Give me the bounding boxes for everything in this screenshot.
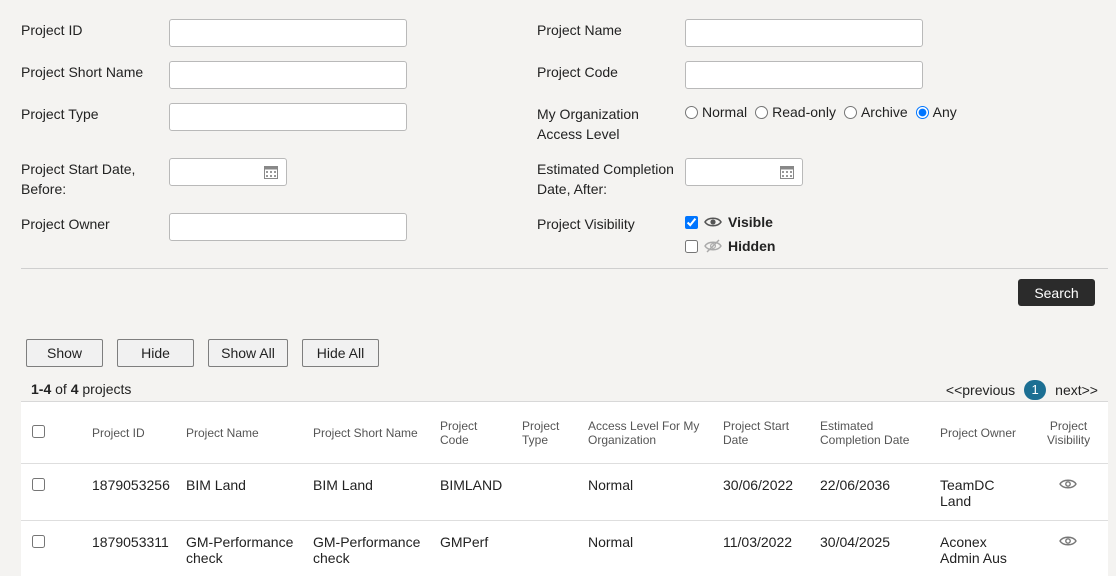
visible-eye-icon[interactable]: [1059, 478, 1077, 490]
cell-project-code: BIMLAND: [440, 477, 503, 493]
project-code-label: Project Code: [537, 64, 618, 80]
header-project-code[interactable]: Project Code: [440, 419, 477, 447]
project-id-input[interactable]: [169, 19, 407, 47]
start-date-label: Project Start Date, Before:: [21, 161, 136, 197]
show-all-button[interactable]: Show All: [208, 339, 288, 367]
projects-table: Project ID Project Name Project Short Na…: [21, 401, 1108, 576]
cell-start-date: 30/06/2022: [723, 477, 794, 493]
project-name-input[interactable]: [685, 19, 923, 47]
project-owner-input[interactable]: [169, 213, 407, 241]
cell-start-date: 11/03/2022: [723, 534, 793, 550]
show-button[interactable]: Show: [26, 339, 103, 367]
header-project-type[interactable]: Project Type: [522, 419, 559, 447]
cell-project-owner: TeamDC Land: [940, 477, 995, 509]
project-name-label: Project Name: [537, 22, 622, 38]
visible-option[interactable]: Visible: [685, 214, 773, 230]
start-date-input[interactable]: [174, 160, 258, 186]
cell-project-id: 1879053256: [92, 477, 170, 493]
access-radio-archive[interactable]: [843, 105, 857, 119]
access-option-any[interactable]: Any: [915, 104, 957, 120]
start-date-field[interactable]: [169, 158, 287, 186]
cell-short-name: GM-Performance check: [313, 534, 421, 566]
results-count: 1-4 of 4 projects: [31, 381, 132, 397]
project-type-label: Project Type: [21, 106, 99, 122]
access-level-label: My Organization Access Level: [537, 106, 639, 142]
search-button[interactable]: Search: [1018, 279, 1095, 306]
project-id-label: Project ID: [21, 22, 83, 38]
cell-access-level: Normal: [588, 477, 634, 493]
header-short-name[interactable]: Project Short Name: [313, 426, 418, 440]
project-type-input[interactable]: [169, 103, 407, 131]
completion-date-label: Estimated Completion Date, After:: [537, 161, 674, 197]
access-option-archive[interactable]: Archive: [843, 104, 908, 120]
cell-completion-date: 30/04/2025: [820, 534, 891, 550]
project-short-name-label: Project Short Name: [21, 64, 144, 80]
completion-date-input[interactable]: [690, 160, 774, 186]
cell-project-name[interactable]: BIM Land: [186, 477, 246, 493]
hidden-checkbox[interactable]: [685, 239, 698, 253]
form-divider: [21, 268, 1108, 269]
calendar-icon[interactable]: [264, 165, 278, 179]
cell-project-owner: Aconex Admin Aus: [940, 534, 1007, 566]
access-radio-readonly[interactable]: [755, 105, 769, 119]
visible-checkbox[interactable]: [685, 215, 698, 229]
next-page-link[interactable]: next>>: [1055, 382, 1098, 398]
cell-project-name[interactable]: GM-Performance check: [186, 534, 293, 566]
previous-page-link[interactable]: <<previous: [946, 382, 1015, 398]
cell-access-level: Normal: [588, 534, 634, 550]
cell-completion-date: 22/06/2036: [820, 477, 891, 493]
eye-slash-icon: [704, 239, 722, 253]
header-project-visibility[interactable]: Project Visibility: [1047, 419, 1090, 447]
row-checkbox[interactable]: [32, 535, 45, 548]
header-project-id[interactable]: Project ID: [92, 426, 145, 440]
access-option-readonly[interactable]: Read-only: [755, 104, 836, 120]
header-project-name[interactable]: Project Name: [186, 426, 259, 440]
cell-project-id: 1879053311: [92, 534, 169, 550]
header-project-owner[interactable]: Project Owner: [940, 426, 1016, 440]
select-all-checkbox[interactable]: [32, 425, 45, 438]
project-code-input[interactable]: [685, 61, 923, 89]
project-owner-label: Project Owner: [21, 216, 110, 232]
cell-short-name: BIM Land: [313, 477, 373, 493]
visible-eye-icon[interactable]: [1059, 535, 1077, 547]
access-option-normal[interactable]: Normal: [685, 104, 747, 120]
header-completion-date[interactable]: Estimated Completion Date: [820, 419, 909, 447]
access-radio-any[interactable]: [915, 105, 929, 119]
access-level-radio-group: Normal Read-only Archive Any: [685, 104, 965, 120]
access-radio-normal[interactable]: [685, 105, 698, 119]
cell-project-code: GMPerf: [440, 534, 489, 550]
row-checkbox[interactable]: [32, 478, 45, 491]
eye-icon: [704, 217, 722, 227]
project-visibility-label: Project Visibility: [537, 216, 635, 232]
completion-date-field[interactable]: [685, 158, 803, 186]
hidden-option[interactable]: Hidden: [685, 238, 775, 254]
pagination: <<previous 1 next>>: [946, 380, 1098, 400]
calendar-icon[interactable]: [780, 165, 794, 179]
hide-button[interactable]: Hide: [117, 339, 194, 367]
header-access-level[interactable]: Access Level For My Organization: [588, 419, 699, 447]
header-start-date[interactable]: Project Start Date: [723, 419, 789, 447]
project-short-name-input[interactable]: [169, 61, 407, 89]
row-separator: [21, 520, 1108, 521]
hide-all-button[interactable]: Hide All: [302, 339, 379, 367]
header-separator: [21, 463, 1108, 464]
current-page-badge[interactable]: 1: [1024, 380, 1047, 400]
